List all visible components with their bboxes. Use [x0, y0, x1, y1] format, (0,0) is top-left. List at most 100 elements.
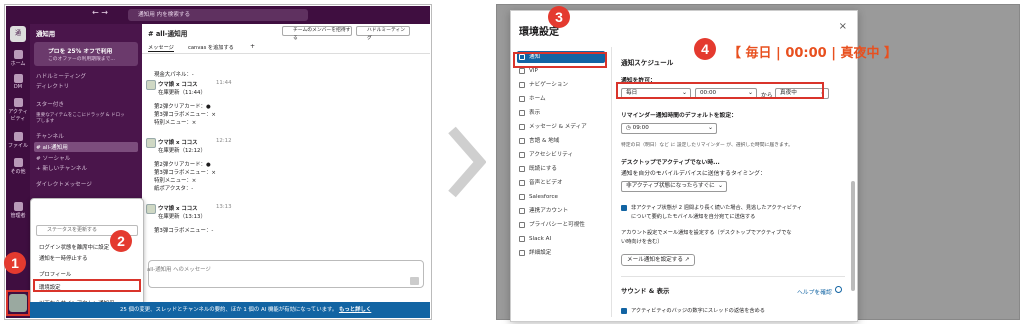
help-icon[interactable] [835, 286, 842, 293]
reminder-label: リマインダー通知時間のデフォルトを設定： [621, 113, 737, 119]
help-link[interactable]: ヘルプを確認 [797, 287, 832, 296]
settings-nav: 通知 VIP ナビゲーション ホーム 表示 メッセージ & メディア 言語 & … [511, 47, 611, 317]
message-line: 第3弾コラボメニュー：× [154, 112, 216, 118]
video-icon [519, 180, 525, 186]
starred-header[interactable]: スター付き [36, 100, 64, 108]
promo-subtitle: このオファーの利用期限まで... [48, 57, 115, 62]
message-time[interactable]: 11:44 [216, 80, 232, 86]
rail-dm[interactable]: DM [8, 74, 28, 90]
workspace-name[interactable]: 通知用 [36, 29, 55, 38]
nav-item-language[interactable]: 言語 & 地域 [517, 135, 605, 147]
nav-item-home[interactable]: ホーム [517, 93, 605, 105]
search-input[interactable]: 通知用 内を検索する [128, 9, 308, 21]
admin-icon [13, 202, 23, 211]
step-badge-4: 4 [694, 38, 716, 60]
close-icon[interactable]: × [839, 21, 847, 32]
rail-home[interactable]: ホーム [8, 50, 28, 67]
rail-activity[interactable]: アクティビティ [8, 98, 28, 122]
summary-text-1: 非アクティブ状態が 2 週間より長く続いた場合、見逃したアクティビティ [631, 205, 803, 211]
nav-item-linked-accounts[interactable]: 連携アカウント [517, 205, 605, 217]
menu-item-away[interactable]: ログイン状態を離席中に設定 [39, 243, 109, 251]
file-icon [13, 132, 23, 141]
nav-item-mark-read[interactable]: 既読にする [517, 163, 605, 175]
back-arrow-icon[interactable]: ← → [92, 8, 108, 17]
message-line: 第3弾コラボメニュー：× [154, 170, 216, 176]
highlight-preferences [33, 279, 141, 292]
scrollbar[interactable] [851, 181, 855, 291]
mobile-label: 通知を自分のモバイルデバイスに送信するタイミング： [621, 171, 766, 177]
message-composer[interactable]: all-通知用 へのメッセージ [147, 260, 424, 288]
promo-box[interactable]: プロを 25% オフで利用 このオファーの利用期限まで... [34, 42, 138, 66]
nav-item-accessibility[interactable]: アクセシビリティ [517, 149, 605, 161]
reminder-time-select[interactable]: ◷ 09:00 [621, 123, 717, 134]
menu-item-pause[interactable]: 通知を一時停止する [39, 254, 88, 262]
message-time[interactable]: 12:12 [216, 138, 232, 144]
sender-name[interactable]: ウマ娘 x ココス [158, 204, 198, 212]
sidebar-item-all-notify-label: # all-通知用 [36, 145, 68, 151]
more-icon [13, 158, 23, 167]
nav-item-display[interactable]: 表示 [517, 107, 605, 119]
avatar[interactable] [146, 138, 156, 148]
clock-icon: ◷ [626, 125, 633, 131]
external-link-icon: ↗ [684, 257, 690, 263]
workspace-icon[interactable]: 通 [10, 26, 26, 42]
nav-item-advanced[interactable]: 詳細設定 [517, 247, 605, 259]
invite-button[interactable]: チームのメンバーを招待する [282, 26, 352, 41]
gear-icon [519, 250, 525, 256]
rail-files[interactable]: ファイル [8, 132, 28, 149]
email-settings-button[interactable]: メール通知を設定する ↗ [621, 254, 696, 266]
avatar[interactable] [146, 204, 156, 214]
accessibility-icon [519, 152, 525, 158]
profile-menu: ステータスを更新する ログイン状態を離席中に設定 通知を一時停止する プロフィー… [30, 198, 144, 312]
send-icon[interactable] [410, 277, 419, 285]
nav-item-audio-video[interactable]: 音声とビデオ [517, 177, 605, 189]
sender-name[interactable]: ウマ娘 x ココス [158, 138, 198, 146]
nav-item-salesforce[interactable]: Salesforce [517, 191, 605, 203]
vip-icon [519, 68, 525, 74]
channel-view: # all-通知用 チームのメンバーを招待する ハドルミーティング メッセージ … [142, 24, 430, 318]
message-subtitle: 在庫更新（13:13） [158, 214, 206, 220]
rail-more[interactable]: その他 [8, 158, 28, 175]
nav-item-slack-ai[interactable]: Slack AI [517, 233, 605, 245]
nav-item-messages-media[interactable]: メッセージ & メディア [517, 121, 605, 133]
message-subtitle: 在庫更新（12:12） [158, 148, 206, 154]
mobile-timing-select[interactable]: 非アクティブ状態になったらすぐに [621, 181, 727, 192]
add-channel-button[interactable]: + 新しいチャンネル [36, 164, 87, 172]
message-time[interactable]: 13:13 [216, 204, 232, 210]
sidebar-item-social[interactable]: # ソーシャル [36, 154, 70, 162]
tab-add[interactable]: + [250, 43, 255, 50]
sender-name[interactable]: ウマ娘 x ココス [158, 80, 198, 88]
dm-header[interactable]: ダイレクトメッセージ [36, 180, 92, 188]
summary-text-2: について要約したモバイル通知を自分宛てに送信する [631, 214, 756, 220]
nav-item-navigation[interactable]: ナビゲーション [517, 79, 605, 91]
composer-placeholder: all-通知用 へのメッセージ [147, 267, 211, 273]
huddle-button[interactable]: ハドルミーティング [356, 26, 410, 41]
message-icon [519, 124, 525, 130]
avatar[interactable] [146, 80, 156, 90]
sidebar-huddle[interactable]: ハドルミーティング [36, 72, 86, 80]
banner-text: 25 個の変更、スレッドとチャンネルの要約、ほか 1 個の AI 機能が有効にな… [120, 307, 338, 313]
message-line: 現金大パネル：- [154, 72, 194, 78]
menu-item-profile[interactable]: プロフィール [39, 270, 71, 278]
link-icon [519, 208, 525, 214]
message-subtitle: 在庫更新（11:44） [158, 90, 206, 96]
badge-count-checkbox[interactable] [621, 308, 627, 314]
message-line: 第2弾クリアカード：● [154, 104, 211, 110]
ai-banner: 25 個の変更、スレッドとチャンネルの要約、ほか 1 個の AI 機能が有効にな… [30, 302, 430, 318]
tab-messages[interactable]: メッセージ [148, 44, 174, 52]
highlight-avatar [6, 290, 30, 316]
channel-title[interactable]: # all-通知用 [148, 28, 187, 38]
rail-admin[interactable]: 管理者 [8, 202, 28, 219]
banner-link[interactable]: もっと詳しく [339, 307, 371, 313]
message-line: 第3弾コラボメニュー：- [154, 228, 214, 234]
tabs-divider [142, 53, 430, 54]
globe-icon [519, 138, 525, 144]
sidebar-directory[interactable]: ディレクトリ [36, 82, 69, 90]
nav-item-privacy[interactable]: プライバシーと可視性 [517, 219, 605, 231]
tab-add-canvas[interactable]: canvas を追加する [188, 44, 234, 51]
home-icon [13, 50, 23, 59]
message-line: 第2弾クリアカード：● [154, 162, 211, 168]
channels-header[interactable]: チャンネル [36, 132, 64, 140]
summary-checkbox[interactable] [621, 205, 627, 211]
email-text-1: アカウント設定でメール通知を設定する（デスクトップでアクティブでな [621, 230, 792, 236]
